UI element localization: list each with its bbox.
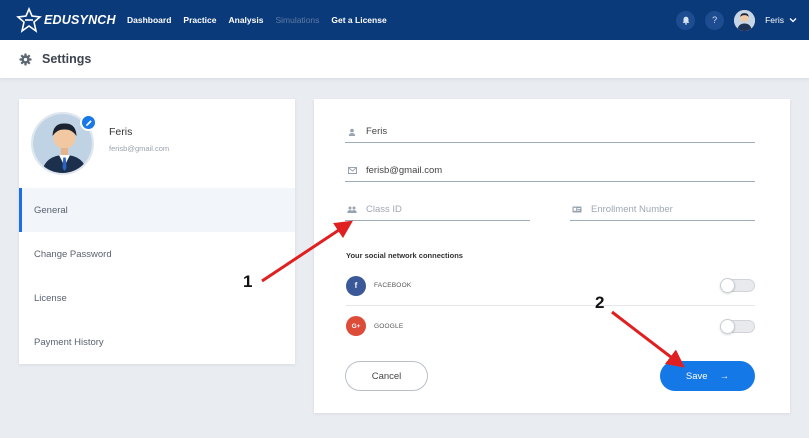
menu-item-payment-history[interactable]: Payment History xyxy=(19,320,295,364)
nav-analysis[interactable]: Analysis xyxy=(229,15,264,25)
google-label: GOOGLE xyxy=(374,322,404,330)
notifications-button[interactable] xyxy=(676,10,696,30)
google-toggle-knob xyxy=(720,318,735,334)
email-field[interactable]: ferisb@gmail.com xyxy=(345,160,755,182)
name-value: Feris xyxy=(366,126,388,137)
brand-logo[interactable]: EDUSYNCH xyxy=(16,7,116,33)
nav-get-license[interactable]: Get a License xyxy=(331,15,386,25)
facebook-toggle[interactable] xyxy=(720,278,755,293)
logo-mark-icon xyxy=(16,7,42,33)
settings-menu: General Change Password License Payment … xyxy=(19,188,295,364)
nav-practice[interactable]: Practice xyxy=(183,15,216,25)
cancel-button[interactable]: Cancel xyxy=(345,361,428,391)
bell-icon xyxy=(682,16,690,25)
profile-name: Feris xyxy=(109,126,133,138)
group-icon xyxy=(347,205,357,215)
class-id-placeholder: Class ID xyxy=(366,204,402,215)
main-nav: Dashboard Practice Analysis Simulations … xyxy=(127,0,387,40)
nav-user-area: ? Feris xyxy=(666,0,797,40)
annotation-number-1: 1 xyxy=(243,272,253,291)
arrow-right-icon: → xyxy=(719,370,730,382)
menu-item-license[interactable]: License xyxy=(19,276,295,320)
profile-email: ferisb@gmail.com xyxy=(109,144,170,153)
settings-header: Settings xyxy=(0,40,809,79)
help-button[interactable]: ? xyxy=(705,10,725,30)
google-toggle[interactable] xyxy=(720,318,755,334)
gear-icon xyxy=(19,52,32,66)
profile-summary: Feris ferisb@gmail.com xyxy=(19,99,295,188)
menu-item-general[interactable]: General xyxy=(19,188,295,232)
facebook-toggle-knob xyxy=(720,278,735,293)
nav-simulations[interactable]: Simulations xyxy=(275,15,319,25)
chevron-down-icon[interactable] xyxy=(789,16,797,25)
save-button[interactable]: Save → xyxy=(660,361,755,391)
class-id-field[interactable]: Class ID xyxy=(345,199,530,221)
edit-avatar-button[interactable] xyxy=(80,114,97,131)
menu-item-change-password[interactable]: Change Password xyxy=(19,232,295,276)
top-navbar: EDUSYNCH Dashboard Practice Analysis Sim… xyxy=(0,0,809,40)
user-name[interactable]: Feris xyxy=(765,15,784,25)
name-field[interactable]: Feris xyxy=(345,121,755,143)
facebook-label: FACEBOOK xyxy=(374,282,412,289)
google-connection-row: G+ GOOGLE xyxy=(346,306,755,346)
settings-sidebar-card: Feris ferisb@gmail.com General Change Pa… xyxy=(19,99,295,364)
general-settings-form: Feris ferisb@gmail.com Class ID Enrollme… xyxy=(314,99,790,413)
page-title: Settings xyxy=(42,52,92,66)
facebook-connection-row: f FACEBOOK xyxy=(346,266,755,306)
annotation-number-2: 2 xyxy=(595,293,605,312)
facebook-icon: f xyxy=(346,275,366,296)
save-label: Save xyxy=(685,370,708,382)
email-value: ferisb@gmail.com xyxy=(366,165,443,176)
id-card-icon xyxy=(572,205,582,215)
user-avatar[interactable] xyxy=(734,9,756,31)
brand-name: EDUSYNCH xyxy=(44,13,116,27)
enrollment-number-placeholder: Enrollment Number xyxy=(591,204,673,215)
pencil-icon xyxy=(85,119,92,126)
nav-dashboard[interactable]: Dashboard xyxy=(127,15,171,25)
google-plus-icon: G+ xyxy=(346,316,366,336)
social-connections-title: Your social network connections xyxy=(346,251,463,260)
enrollment-number-field[interactable]: Enrollment Number xyxy=(570,199,755,221)
user-icon xyxy=(347,127,357,137)
mail-icon xyxy=(347,166,357,176)
